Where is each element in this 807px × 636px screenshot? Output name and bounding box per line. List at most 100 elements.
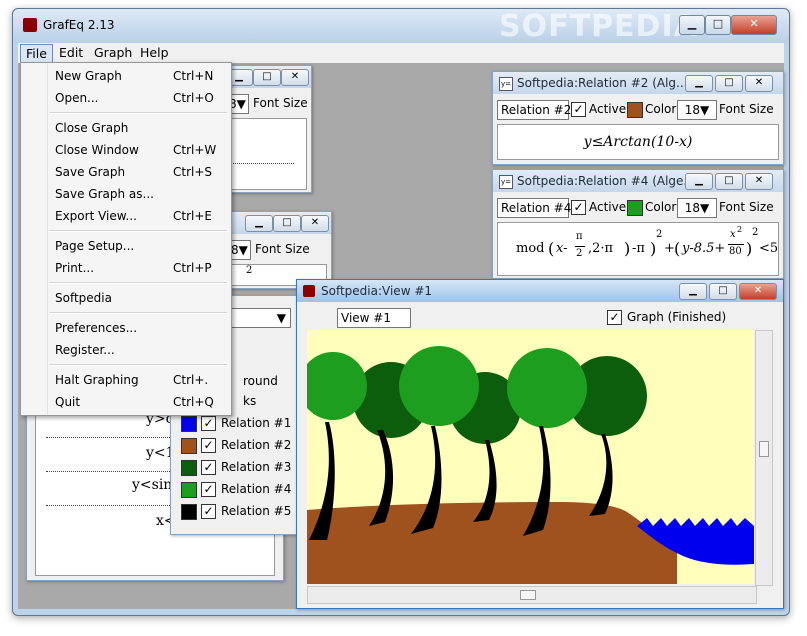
graph-canvas[interactable]	[307, 330, 754, 584]
menu-item-export-view[interactable]: Export View...	[55, 209, 137, 223]
relation-2-label[interactable]: Relation #2	[221, 438, 291, 452]
frac-num-x: x	[730, 229, 736, 240]
relation-name-field[interactable]: Relation #2	[497, 100, 571, 120]
relation-4-label[interactable]: Relation #4	[221, 482, 291, 496]
menu-item-register[interactable]: Register...	[55, 343, 115, 357]
minimize-button[interactable]: ▁	[685, 173, 713, 190]
maximize-button[interactable]: □	[705, 15, 731, 35]
relation-1-label[interactable]: Relation #1	[221, 416, 291, 430]
close-button[interactable]: ✕	[301, 215, 329, 232]
active-label: Active	[589, 102, 627, 116]
color-label: Color	[645, 102, 677, 116]
menu-bar: File Edit Graph Help	[18, 43, 784, 64]
relation-3-label[interactable]: Relation #3	[221, 460, 291, 474]
menu-edit[interactable]: Edit	[54, 44, 88, 62]
maximize-button[interactable]: □	[715, 75, 743, 92]
relation-3-active-checkbox[interactable]: ✓	[201, 460, 216, 475]
shortcut-close-window: Ctrl+W	[173, 143, 217, 157]
font-size-label: Font Size	[719, 102, 774, 116]
view-title: Softpedia:View #1	[321, 284, 433, 298]
relation-4-window: y= Softpedia:Relation #4 (Alge... ▁ □ ✕ …	[492, 169, 784, 279]
menu-item-close-window[interactable]: Close Window	[55, 143, 139, 157]
frac-bar	[728, 244, 744, 245]
graph-status-label: Graph (Finished)	[627, 310, 727, 324]
tree-crown-light-3	[507, 348, 587, 428]
menu-item-softpedia[interactable]: Softpedia	[55, 291, 112, 305]
vertical-scroll-thumb[interactable]	[759, 441, 769, 457]
minimize-button[interactable]: ▁	[679, 15, 705, 35]
active-checkbox[interactable]: ✓	[571, 102, 586, 117]
file-menu-dropdown: New Graph Ctrl+N Open... Ctrl+O Close Gr…	[20, 62, 232, 416]
relation-4-titlebar: y= Softpedia:Relation #4 (Alge... ▁ □ ✕	[493, 170, 783, 192]
minimize-button[interactable]: ▁	[245, 215, 273, 232]
inequality-3: y<sin	[132, 477, 173, 493]
window-title: GrafEq 2.13	[43, 18, 115, 32]
font-size-value: 8	[231, 243, 239, 257]
menu-graph[interactable]: Graph	[89, 44, 137, 62]
chevron-down-icon: ▼	[276, 311, 286, 325]
relation-3-color-swatch[interactable]	[181, 460, 197, 476]
relation-name-field[interactable]: Relation #4	[497, 198, 571, 218]
graph-checkbox[interactable]: ✓	[607, 310, 622, 325]
relation-4-active-checkbox[interactable]: ✓	[201, 482, 216, 497]
menu-item-page-setup[interactable]: Page Setup...	[55, 239, 134, 253]
font-size-select[interactable]: 18▼	[677, 198, 717, 218]
menu-item-new-graph[interactable]: New Graph	[55, 69, 122, 83]
formula-superscript: 2	[246, 265, 253, 276]
vertical-scrollbar[interactable]	[755, 330, 773, 586]
menu-item-close-graph[interactable]: Close Graph	[55, 121, 128, 135]
minimize-button[interactable]: ▁	[679, 283, 707, 300]
menu-item-save-graph[interactable]: Save Graph	[55, 165, 125, 179]
frac-den-80: 80	[729, 246, 742, 257]
font-size-label: Font Size	[253, 96, 308, 110]
relation-5-label[interactable]: Relation #5	[221, 504, 291, 518]
maximize-button[interactable]: □	[709, 283, 737, 300]
menu-help[interactable]: Help	[135, 44, 174, 62]
color-swatch[interactable]	[627, 102, 643, 118]
relation-1-color-swatch[interactable]	[181, 416, 197, 432]
color-swatch[interactable]	[627, 200, 643, 216]
menu-item-save-graph-as[interactable]: Save Graph as...	[55, 187, 154, 201]
close-button[interactable]: ✕	[281, 69, 309, 86]
maximize-button[interactable]: □	[253, 69, 281, 86]
relation-4-title: Softpedia:Relation #4 (Alge...	[517, 174, 695, 188]
shortcut-print: Ctrl+P	[173, 261, 212, 275]
close-button[interactable]: ✕	[745, 173, 773, 190]
relation-window-icon: y=	[499, 77, 513, 91]
view-name-field[interactable]: View #1	[337, 308, 411, 328]
formula-editor[interactable]: mod ( x- π 2 ,2·π ) -π ) 2 + ( y-8.5+ x …	[497, 222, 779, 276]
active-checkbox[interactable]: ✓	[571, 200, 586, 215]
menu-item-preferences[interactable]: Preferences...	[55, 321, 137, 335]
relation-2-window: y= Softpedia:Relation #2 (Alg... ▁ □ ✕ R…	[492, 71, 784, 165]
horizontal-scrollbar[interactable]	[307, 586, 757, 604]
relation-2-titlebar: y= Softpedia:Relation #2 (Alg... ▁ □ ✕	[493, 72, 783, 94]
relation-5-active-checkbox[interactable]: ✓	[201, 504, 216, 519]
relation-1-active-checkbox[interactable]: ✓	[201, 416, 216, 431]
close-button[interactable]: ✕	[739, 283, 777, 300]
paren-close: )	[624, 239, 631, 258]
maximize-button[interactable]: □	[273, 215, 301, 232]
menu-item-quit[interactable]: Quit	[55, 395, 80, 409]
minimize-button[interactable]: ▁	[685, 75, 713, 92]
font-size-value: 18	[684, 103, 701, 117]
relation-4-color-swatch[interactable]	[181, 482, 197, 498]
view-window: Softpedia:View #1 ▁ □ ✕ View #1 ✓ Graph …	[296, 279, 784, 609]
color-label: Color	[645, 200, 677, 214]
close-button[interactable]: ✕	[745, 75, 773, 92]
horizontal-scroll-thumb[interactable]	[520, 590, 536, 600]
menu-item-open[interactable]: Open...	[55, 91, 99, 105]
formula-less-5: <5	[759, 241, 779, 256]
relation-5-color-swatch[interactable]	[181, 504, 197, 520]
menu-item-halt-graphing[interactable]: Halt Graphing	[55, 373, 139, 387]
frac-bar	[575, 246, 585, 247]
maximize-button[interactable]: □	[715, 173, 743, 190]
shortcut-new-graph: Ctrl+N	[173, 69, 214, 83]
menu-file[interactable]: File	[20, 44, 53, 64]
formula-editor[interactable]: y≤Arctan(10-x)	[497, 124, 779, 160]
menu-item-print[interactable]: Print...	[55, 261, 94, 275]
exp-2: 2	[656, 229, 663, 240]
close-button[interactable]: ✕	[731, 15, 777, 35]
font-size-select[interactable]: 18▼	[677, 100, 717, 120]
relation-2-color-swatch[interactable]	[181, 438, 197, 454]
relation-2-active-checkbox[interactable]: ✓	[201, 438, 216, 453]
